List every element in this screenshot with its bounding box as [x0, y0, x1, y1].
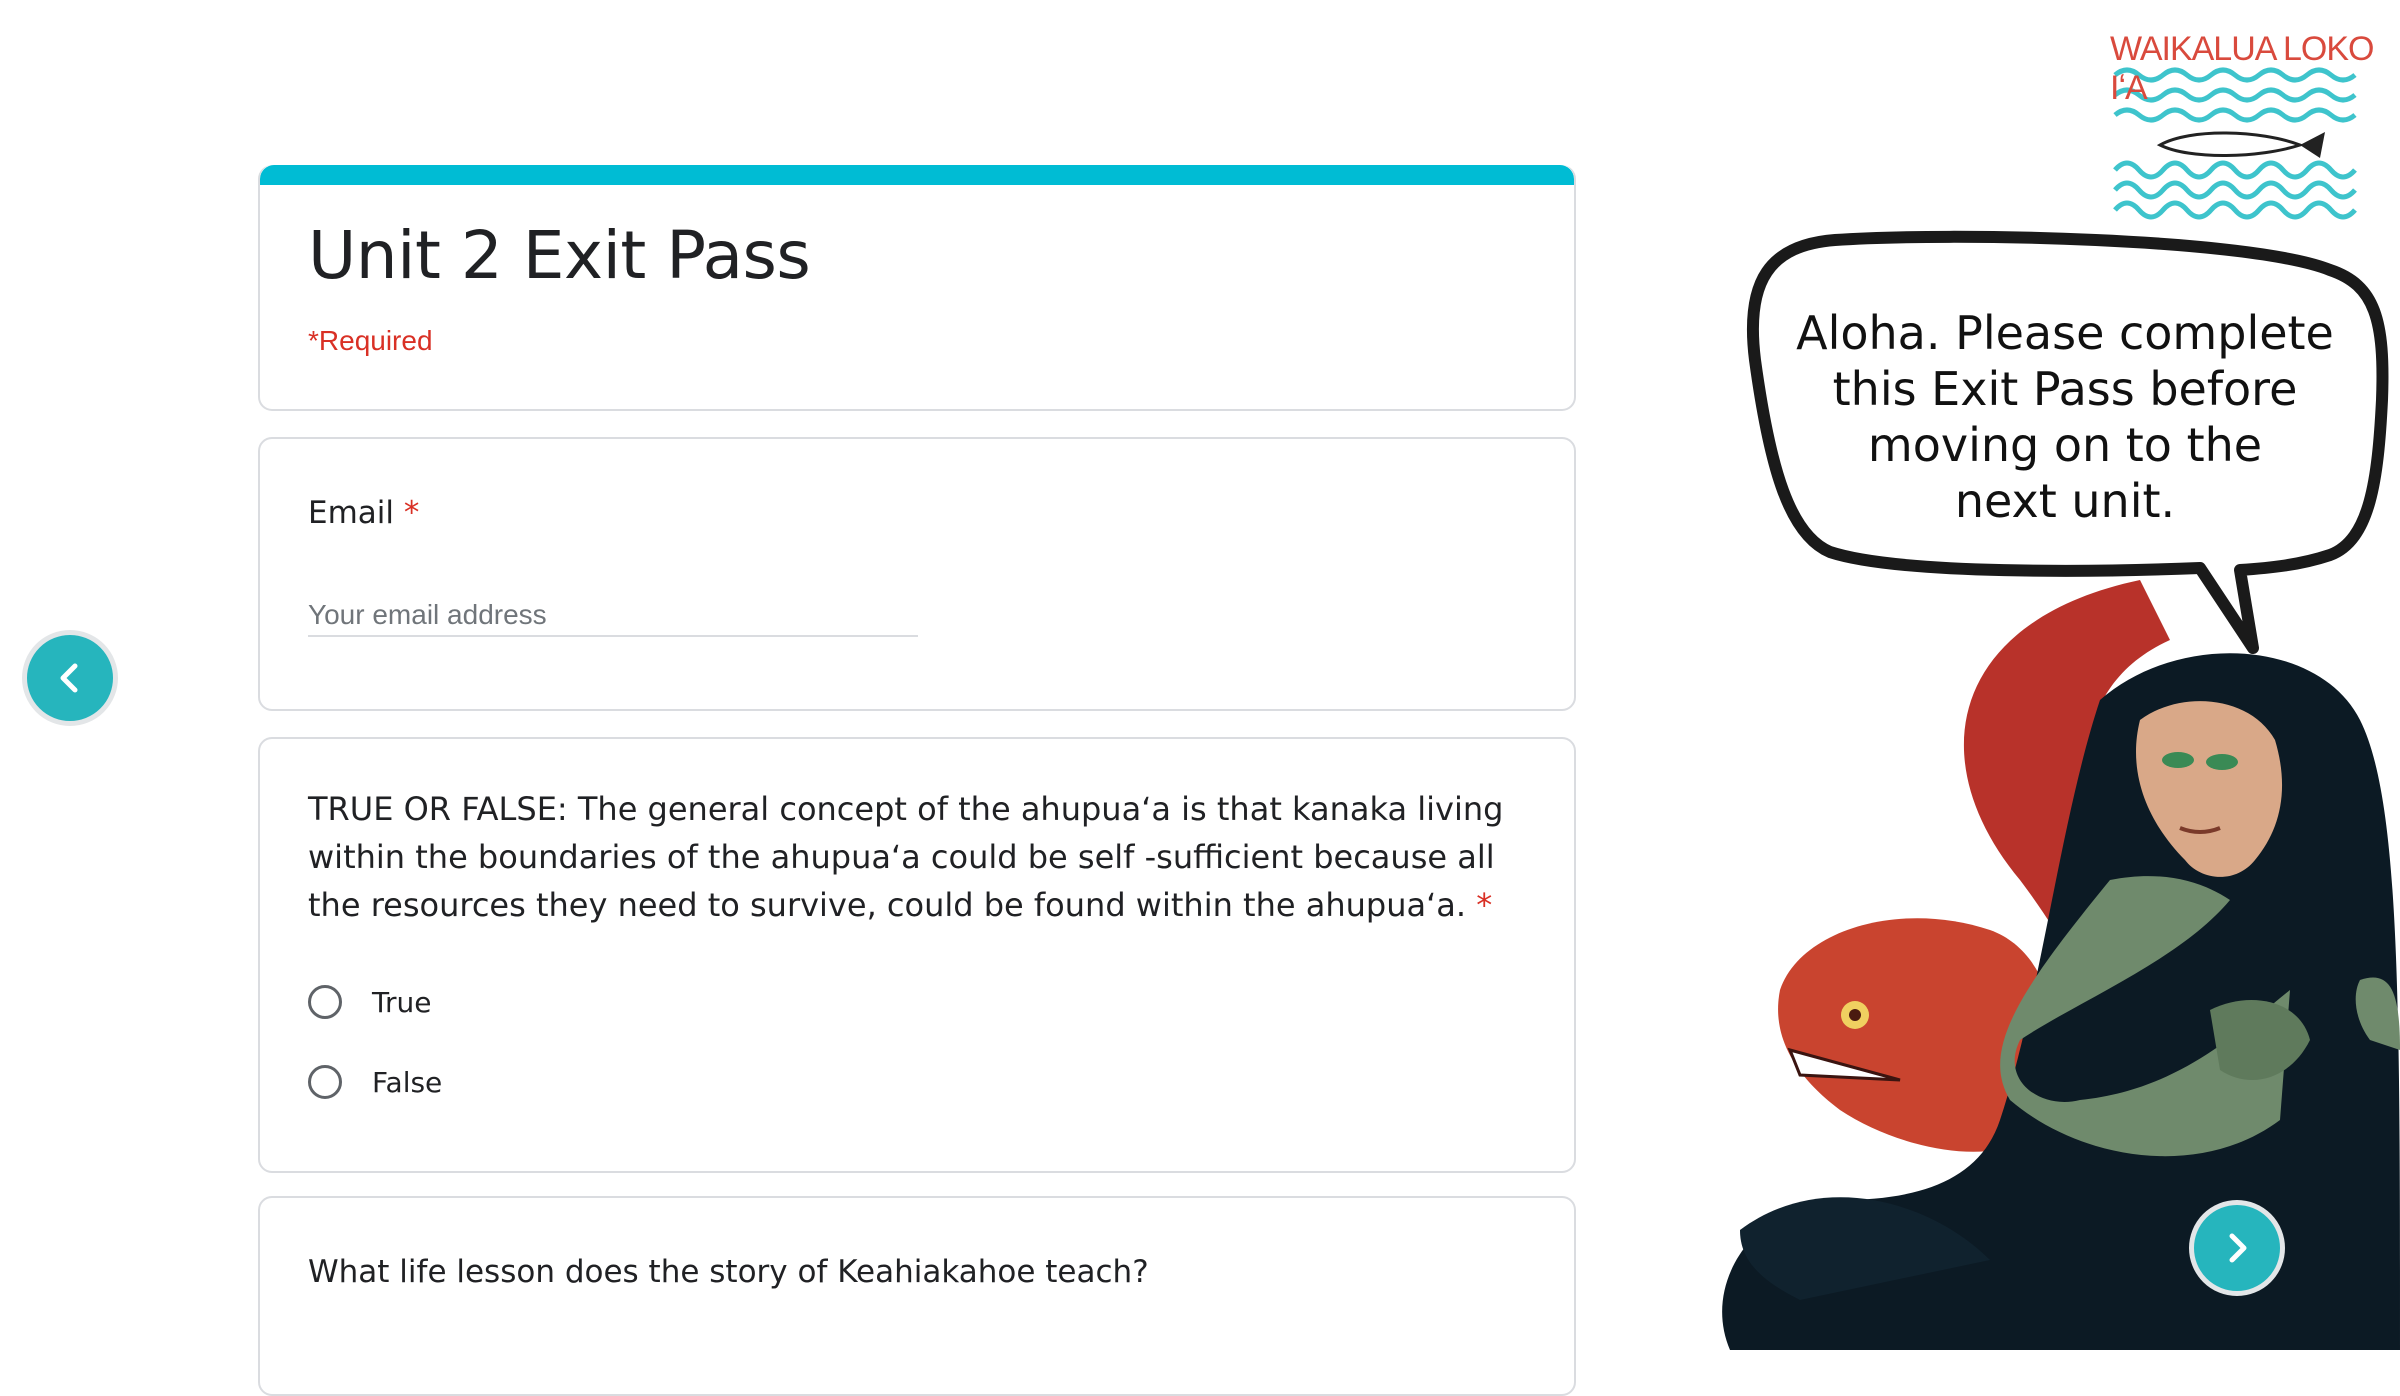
option-label: True	[372, 985, 432, 1019]
required-asterisk: *	[403, 495, 420, 531]
radio-button[interactable]	[308, 985, 342, 1019]
face	[2136, 701, 2283, 877]
next-slide-button[interactable]	[2189, 1200, 2285, 1296]
form-accent-bar	[260, 165, 1574, 185]
bubble-line: this Exit Pass before	[1832, 362, 2298, 416]
email-question-card: Email *	[258, 437, 1576, 711]
question-text: TRUE OR FALSE: The general concept of th…	[308, 790, 1504, 924]
required-asterisk: *	[1476, 886, 1493, 924]
eel-body	[1963, 580, 2211, 1150]
logo-text: WAIKALUA LOKO IʻA	[2110, 30, 2375, 107]
true-false-question-text: TRUE OR FALSE: The general concept of th…	[308, 785, 1538, 929]
true-false-question-card: TRUE OR FALSE: The general concept of th…	[258, 737, 1576, 1173]
speech-bubble-text: Aloha. Please complete this Exit Pass be…	[1775, 305, 2355, 529]
form-title: Unit 2 Exit Pass	[308, 217, 811, 294]
required-note: *Required	[308, 325, 433, 356]
radio-button[interactable]	[308, 1065, 342, 1099]
bubble-line: next unit.	[1954, 474, 2176, 528]
eel-mouth	[1787, 1047, 1901, 1082]
life-lesson-question-text: What life lesson does the story of Keahi…	[308, 1254, 1149, 1290]
previous-slide-button[interactable]	[22, 630, 118, 726]
option-true[interactable]: True	[308, 985, 431, 1019]
body	[2000, 876, 2290, 1157]
hand	[2210, 1000, 2310, 1080]
hair	[1722, 653, 2400, 1350]
option-label: False	[372, 1065, 443, 1099]
eel-eye	[1841, 1001, 1869, 1029]
fish-icon	[2156, 131, 2325, 158]
email-label-text: Email	[308, 495, 395, 531]
bubble-line: moving on to the	[1867, 418, 2263, 472]
email-field[interactable]	[308, 595, 918, 637]
email-question-label: Email *	[308, 489, 419, 537]
option-false[interactable]: False	[308, 1065, 442, 1099]
life-lesson-question-card: What life lesson does the story of Keahi…	[258, 1196, 1576, 1396]
chevron-left-icon	[60, 663, 78, 693]
bubble-line: Aloha. Please complete	[1796, 306, 2334, 360]
chevron-right-icon	[2229, 1233, 2247, 1263]
form-header-card: Unit 2 Exit Pass *Required	[258, 165, 1576, 411]
eel-head	[1778, 918, 2056, 1152]
